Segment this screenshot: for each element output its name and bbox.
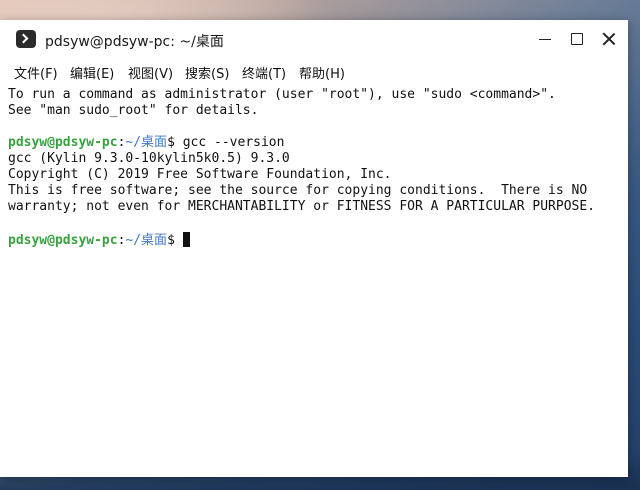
terminal-line: See "man sudo_root" for details. xyxy=(8,103,259,118)
menu-edit[interactable]: 编辑(E) xyxy=(70,63,114,82)
window-title: pdsyw@pdsyw-pc: ~/桌面 xyxy=(45,34,224,50)
close-button[interactable] xyxy=(596,26,622,52)
menu-terminal[interactable]: 终端(T) xyxy=(242,63,286,82)
prompt-symbol: $ xyxy=(167,135,175,150)
minimize-icon xyxy=(539,38,551,40)
prompt-symbol: $ xyxy=(167,233,175,248)
terminal-line: gcc (Kylin 9.3.0-10kylin5k0.5) 9.3.0 xyxy=(8,151,290,166)
menu-search[interactable]: 搜索(S) xyxy=(185,63,229,82)
menu-help[interactable]: 帮助(H) xyxy=(299,63,345,82)
close-icon xyxy=(603,33,615,45)
prompt-path: ~/桌面 xyxy=(125,135,168,150)
terminal-line: Copyright (C) 2019 Free Software Foundat… xyxy=(8,167,392,182)
terminal-line: To run a command as administrator (user … xyxy=(8,87,556,102)
minimize-button[interactable] xyxy=(532,26,558,52)
menu-file[interactable]: 文件(F) xyxy=(14,63,58,82)
text-cursor xyxy=(182,232,190,247)
scrollbar[interactable] xyxy=(622,86,628,477)
terminal-window: pdsyw@pdsyw-pc: ~/桌面 文件(F) 编辑(E) 视图(V) 搜… xyxy=(0,20,628,477)
prompt-line: pdsyw@pdsyw-pc:~/桌面$ gcc --version xyxy=(8,135,284,151)
prompt-user-host: pdsyw@pdsyw-pc xyxy=(8,135,118,150)
prompt-path: ~/桌面 xyxy=(125,233,168,248)
terminal-output[interactable]: To run a command as administrator (user … xyxy=(0,86,628,477)
prompt-user-host: pdsyw@pdsyw-pc xyxy=(8,233,118,248)
maximize-button[interactable] xyxy=(564,26,590,52)
title-bar[interactable]: pdsyw@pdsyw-pc: ~/桌面 xyxy=(0,20,628,58)
terminal-line: warranty; not even for MERCHANTABILITY o… xyxy=(8,199,595,214)
terminal-icon xyxy=(16,30,36,48)
terminal-line: This is free software; see the source fo… xyxy=(8,183,588,198)
typed-command: gcc --version xyxy=(174,135,285,150)
prompt-line: pdsyw@pdsyw-pc:~/桌面$ xyxy=(8,232,190,248)
maximize-icon xyxy=(571,33,583,45)
menu-view[interactable]: 视图(V) xyxy=(128,63,173,82)
menu-bar: 文件(F) 编辑(E) 视图(V) 搜索(S) 终端(T) 帮助(H) xyxy=(0,58,628,86)
